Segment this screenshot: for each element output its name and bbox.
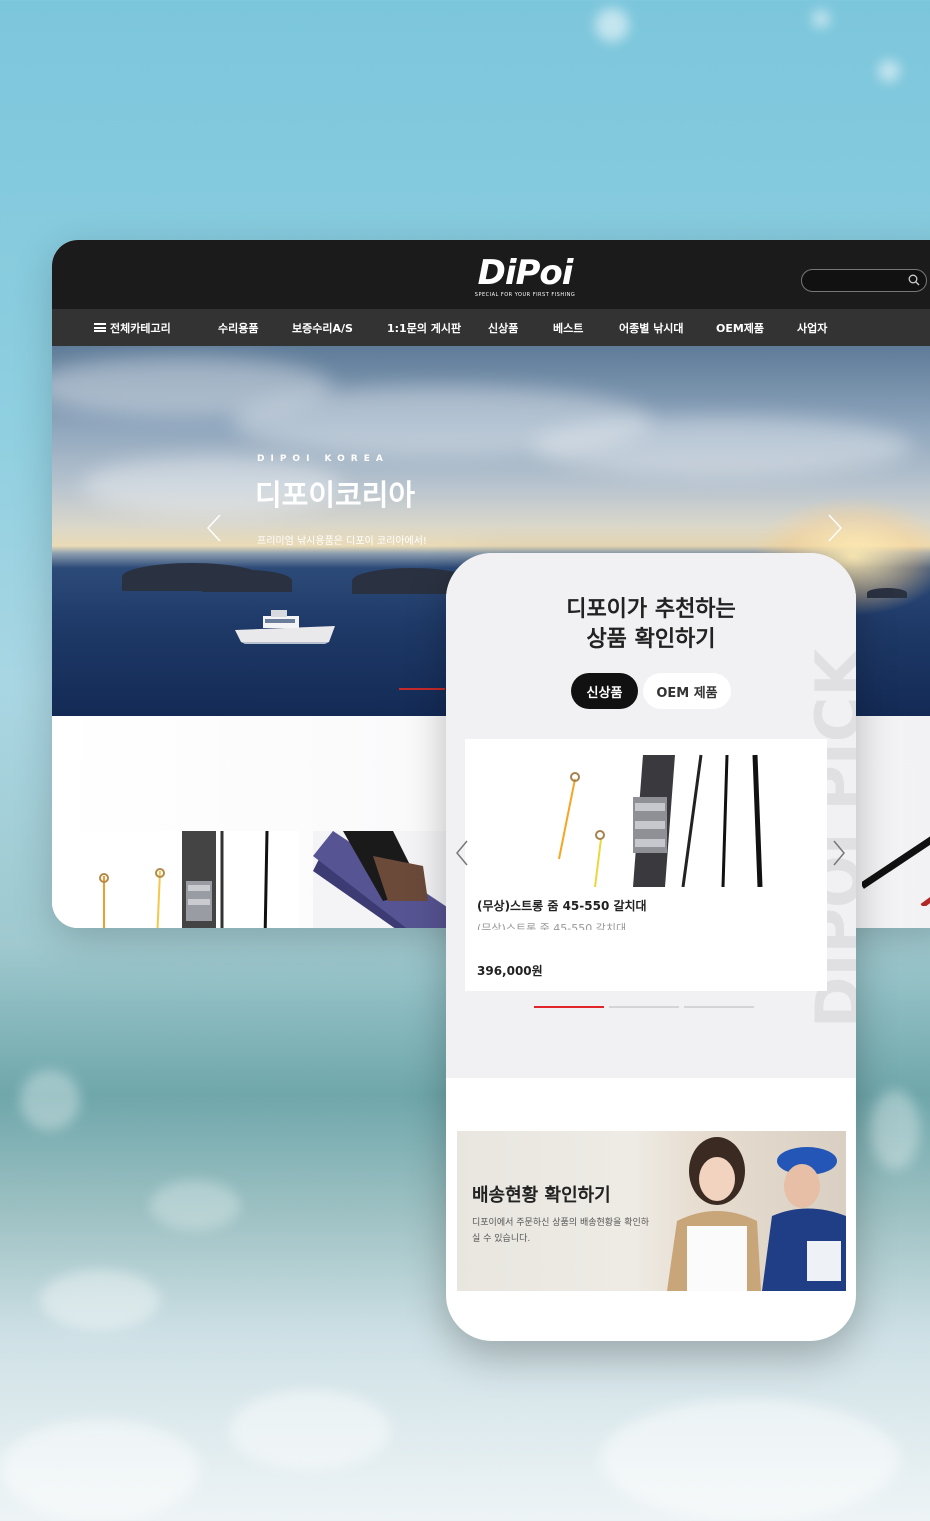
product-name: (무상)스트롱 줌 45-550 갈치대 — [477, 899, 647, 913]
nav-item-oem[interactable]: OEM제품 — [716, 320, 764, 336]
slide-indicator[interactable] — [684, 1006, 754, 1008]
slide-indicator-active[interactable] — [534, 1006, 604, 1008]
all-category-button[interactable]: 전체카테고리 — [94, 320, 218, 336]
bokeh — [150, 1180, 240, 1230]
site-header: DiPoi SPECIAL FOR YOUR FIRST FISHING — [52, 240, 930, 309]
section-title: 디포이가 추천하는 상품 확인하기 — [446, 595, 856, 655]
delivery-people-image — [667, 1137, 846, 1291]
menu-icon — [94, 323, 106, 332]
bokeh — [230, 1390, 390, 1470]
chevron-left-icon[interactable] — [207, 514, 221, 542]
logo-tagline: SPECIAL FOR YOUR FIRST FISHING — [474, 292, 576, 298]
tab-oem-products[interactable]: OEM 제품 — [643, 673, 731, 709]
all-category-label: 전체카테고리 — [110, 321, 171, 335]
product-subtitle: (무상)스트롱 줌 45-550 갈치대 — [477, 922, 627, 930]
hero-eyebrow: DIPOI KOREA — [257, 454, 389, 464]
mobile-mockup: DIPOI PICK 디포이가 추천하는 상품 확인하기 신상품 OEM 제품 — [446, 553, 856, 1341]
tab-new-products[interactable]: 신상품 — [571, 673, 638, 709]
product-card[interactable]: (무상)스트롱 줌 45-550 갈치대 (무상)스트롱 줌 45-550 갈치… — [465, 739, 827, 991]
delivery-status-banner[interactable]: 배송현황 확인하기 디포이에서 주문하신 상품의 배송현황을 확인하실 수 있습… — [457, 1131, 846, 1291]
nav-item-business[interactable]: 사업자 — [797, 320, 827, 336]
bokeh — [870, 1090, 920, 1170]
bokeh — [878, 60, 900, 82]
product-thumbnail[interactable] — [52, 830, 299, 928]
section-title-line1: 디포이가 추천하는 — [566, 597, 736, 622]
bokeh — [20, 1070, 80, 1130]
search-input[interactable] — [801, 269, 927, 292]
bokeh — [812, 10, 830, 28]
bokeh — [40, 1270, 160, 1330]
product-image — [558, 754, 763, 887]
search-icon[interactable] — [908, 274, 920, 286]
bokeh — [595, 8, 629, 42]
logo-wordmark: DiPoi — [477, 253, 574, 293]
main-nav: 전체카테고리 수리용품 보증수리A/S 1:1문의 게시판 신상품 베스트 어종… — [52, 309, 930, 346]
recommend-section: DIPOI PICK 디포이가 추천하는 상품 확인하기 신상품 OEM 제품 — [446, 553, 856, 1078]
banner-title: 배송현황 확인하기 — [472, 1185, 611, 1206]
fishing-rod-image — [313, 831, 453, 928]
bokeh — [600, 1400, 900, 1520]
island — [202, 570, 292, 592]
nav-item-inquiry-board[interactable]: 1:1문의 게시판 — [387, 320, 461, 336]
bokeh — [0, 1420, 200, 1520]
nav-item-warranty-as[interactable]: 보증수리A/S — [292, 320, 353, 336]
cloud — [532, 416, 912, 476]
fishing-rod-image — [862, 836, 930, 906]
hero-title: 디포이코리아 — [255, 478, 416, 512]
nav-item-rods-by-species[interactable]: 어종별 낚시대 — [619, 320, 684, 336]
product-price: 396,000원 — [477, 964, 543, 978]
banner-description: 디포이에서 주문하신 상품의 배송현황을 확인하실 수 있습니다. — [472, 1218, 650, 1244]
chevron-right-icon[interactable] — [833, 840, 845, 866]
nav-item-repair-supplies[interactable]: 수리용품 — [218, 320, 258, 336]
hero-description: 프리미엄 낚시용품은 디포이 코리아에서! — [257, 536, 427, 547]
product-thumbnail[interactable] — [313, 831, 453, 928]
section-title-line2: 상품 확인하기 — [586, 627, 716, 652]
chevron-left-icon[interactable] — [456, 840, 468, 866]
chevron-right-icon[interactable] — [828, 514, 842, 542]
nav-item-best[interactable]: 베스트 — [553, 320, 583, 336]
fishing-boat — [235, 610, 335, 644]
island — [867, 588, 907, 598]
slide-indicator[interactable] — [609, 1006, 679, 1008]
hero-slide-indicator — [399, 688, 445, 690]
nav-item-new-products[interactable]: 신상품 — [488, 320, 518, 336]
logo[interactable]: DiPoi SPECIAL FOR YOUR FIRST FISHING — [454, 256, 596, 298]
fishing-rod-image — [99, 830, 269, 928]
